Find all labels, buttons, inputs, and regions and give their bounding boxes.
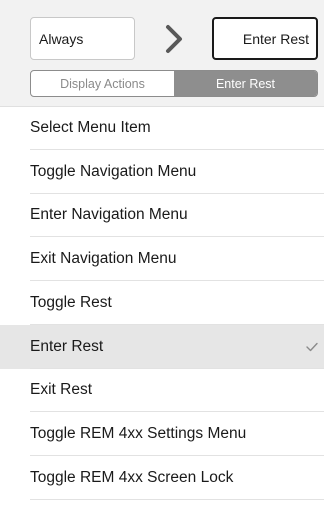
checkmark-icon	[306, 342, 318, 351]
action-list: Select Menu Item Toggle Navigation Menu …	[0, 106, 324, 500]
list-item-label: Toggle Navigation Menu	[30, 162, 197, 180]
trigger-condition-label: Always	[39, 30, 84, 47]
list-item-label: Enter Rest	[30, 337, 104, 355]
target-action-label: Enter Rest	[242, 30, 309, 47]
list-item-exit-navigation-menu[interactable]: Exit Navigation Menu	[0, 237, 324, 281]
trigger-condition-field[interactable]: Always	[30, 17, 135, 60]
list-item-label: Toggle REM 4xx Screen Lock	[30, 468, 234, 486]
list-item-label: Enter Navigation Menu	[30, 206, 188, 224]
list-item-toggle-rem-settings-menu[interactable]: Toggle REM 4xx Settings Menu	[0, 412, 324, 456]
list-item-label: Exit Navigation Menu	[30, 250, 177, 268]
list-item-enter-navigation-menu[interactable]: Enter Navigation Menu	[0, 194, 324, 238]
list-item-label: Toggle Rest	[30, 293, 112, 311]
list-item-enter-rest[interactable]: Enter Rest	[0, 324, 324, 369]
segment-label: Enter Rest	[215, 76, 276, 91]
chevron-right-icon	[166, 25, 182, 53]
list-item-label: Toggle REM 4xx Settings Menu	[30, 425, 247, 443]
list-item-label: Exit Rest	[30, 381, 93, 399]
list-item-exit-rest[interactable]: Exit Rest	[0, 369, 324, 413]
segmented-control: Display Actions Enter Rest	[30, 70, 318, 97]
segment-label: Display Actions	[60, 76, 145, 91]
action-mapping-header: Always Enter Rest Display Actions Enter …	[0, 0, 324, 107]
segment-enter-rest[interactable]: Enter Rest	[174, 71, 317, 96]
list-item-label: Select Menu Item	[30, 118, 151, 136]
target-action-field[interactable]: Enter Rest	[212, 17, 318, 60]
segment-display-actions[interactable]: Display Actions	[31, 71, 174, 96]
list-item-toggle-rest[interactable]: Toggle Rest	[0, 281, 324, 325]
list-item-select-menu-item[interactable]: Select Menu Item	[0, 106, 324, 150]
list-item-toggle-rem-screen-lock[interactable]: Toggle REM 4xx Screen Lock	[0, 456, 324, 500]
list-item-toggle-navigation-menu[interactable]: Toggle Navigation Menu	[0, 150, 324, 194]
